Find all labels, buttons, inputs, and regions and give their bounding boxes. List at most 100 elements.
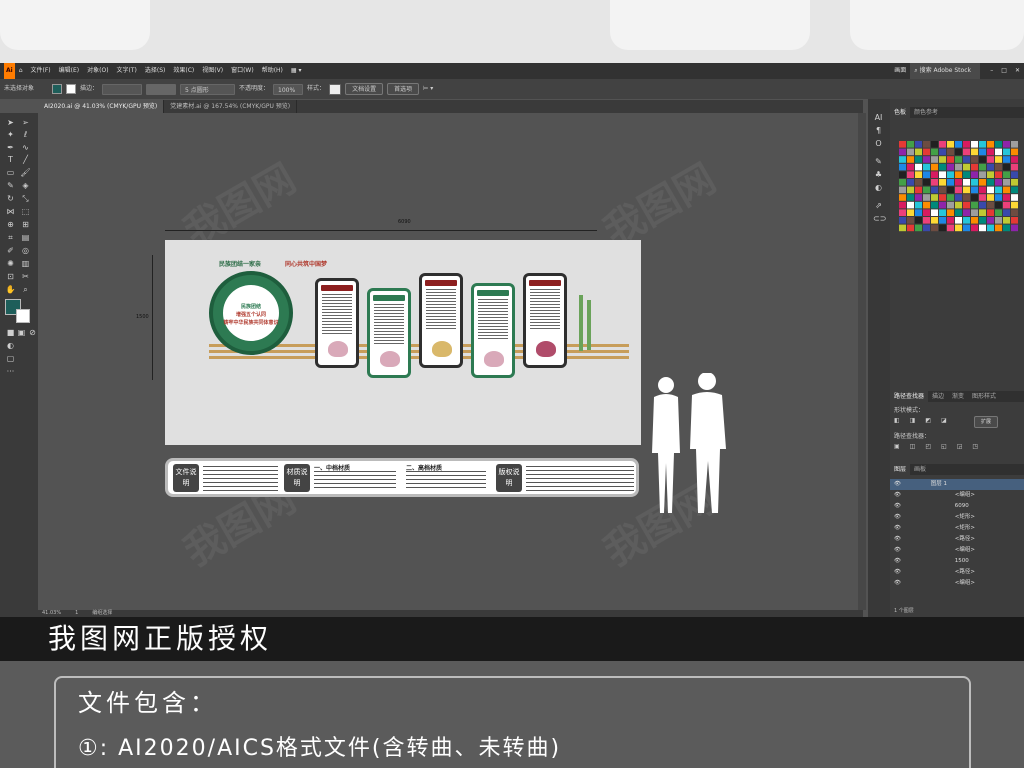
swatch[interactable] (923, 209, 930, 216)
swatch[interactable] (939, 209, 946, 216)
eye-icon[interactable]: 👁 (894, 503, 901, 509)
arrange-icon[interactable]: ▦ ▾ (287, 63, 306, 79)
swatch[interactable] (947, 194, 954, 201)
swatch[interactable] (907, 209, 914, 216)
swatch[interactable] (987, 201, 994, 209)
menu-edit[interactable]: 编辑(E) (55, 63, 83, 79)
paintbrush-icon[interactable]: 🖌 (20, 168, 31, 178)
swatch[interactable] (963, 194, 970, 201)
swatch[interactable] (931, 179, 938, 186)
menu-view[interactable]: 视图(V) (198, 63, 227, 79)
swatch[interactable] (907, 224, 914, 232)
swatch[interactable] (939, 224, 946, 232)
swatch[interactable] (987, 171, 994, 178)
swatch[interactable] (971, 186, 978, 194)
swatch[interactable] (939, 141, 946, 148)
swatch[interactable] (963, 141, 970, 148)
swatch[interactable] (1003, 186, 1010, 194)
layer-row[interactable]: 👁 <编组> (890, 490, 1024, 501)
eye-icon[interactable]: 👁 (894, 547, 901, 553)
workspace-switcher[interactable]: 画面 (890, 63, 910, 79)
swatch[interactable] (963, 186, 970, 194)
tab-graphic-styles[interactable]: 图形样式 (968, 391, 1000, 402)
swatch[interactable] (955, 163, 962, 171)
swatch[interactable] (899, 217, 906, 224)
swatch[interactable] (955, 171, 962, 178)
swatch[interactable] (907, 171, 914, 178)
swatch[interactable] (931, 148, 938, 156)
swatch[interactable] (923, 179, 930, 186)
artboard-tool-icon[interactable]: ⊡ (5, 272, 16, 282)
swatch[interactable] (939, 201, 946, 209)
blend-tool-icon[interactable]: ◎ (20, 246, 31, 256)
menu-effect[interactable]: 效果(C) (169, 63, 198, 79)
layer-row[interactable]: 👁 1500 (890, 556, 1024, 567)
swatch[interactable] (939, 163, 946, 171)
swatch[interactable] (995, 201, 1002, 209)
swatch[interactable] (923, 186, 930, 194)
close-icon[interactable]: ✕ (1011, 63, 1024, 79)
swatch[interactable] (971, 163, 978, 171)
minus-front-icon[interactable]: ◨ (910, 417, 916, 424)
brushes-icon[interactable]: ✎ (873, 157, 884, 167)
swatch[interactable] (955, 186, 962, 194)
swatch[interactable] (915, 163, 922, 171)
swatch[interactable] (947, 179, 954, 186)
swatch[interactable] (915, 201, 922, 209)
swatch[interactable] (947, 209, 954, 216)
scale-tool-icon[interactable]: ⤡ (20, 194, 31, 204)
graph-tool-icon[interactable]: ▥ (20, 259, 31, 269)
gradient-mode-icon[interactable]: ▣ (16, 328, 27, 338)
swatch[interactable] (971, 171, 978, 178)
menu-select[interactable]: 选择(S) (141, 63, 170, 79)
swatch[interactable] (955, 217, 962, 224)
swatch[interactable] (987, 224, 994, 232)
swatch[interactable] (931, 156, 938, 163)
layer-row[interactable]: 👁 <矩形> (890, 512, 1024, 523)
swatch[interactable] (995, 209, 1002, 216)
links-icon[interactable]: ⊂⊃ (873, 214, 886, 224)
swatch[interactable] (971, 224, 978, 232)
divide-icon[interactable]: ▣ (894, 443, 900, 450)
swatch[interactable] (939, 217, 946, 224)
menu-help[interactable]: 帮助(H) (258, 63, 287, 79)
line-tool-icon[interactable]: ╱ (20, 155, 31, 165)
swatch[interactable] (979, 156, 986, 163)
swatch[interactable] (979, 141, 986, 148)
swatch[interactable] (971, 217, 978, 224)
type-tool-icon[interactable]: T (5, 155, 16, 165)
tab-artboards[interactable]: 画板 (910, 464, 930, 475)
intersect-icon[interactable]: ◩ (925, 417, 931, 424)
swatch[interactable] (931, 217, 938, 224)
swatch[interactable] (1011, 171, 1018, 178)
swatch[interactable] (907, 201, 914, 209)
fill-swatch[interactable] (52, 84, 63, 94)
minimize-icon[interactable]: – (986, 63, 997, 79)
page-number[interactable]: 1 (75, 610, 78, 617)
swatch[interactable] (995, 224, 1002, 232)
tab-ai2020[interactable]: AI2020.ai @ 41.03% (CMYK/GPU 预览) (38, 100, 165, 113)
swatch[interactable] (931, 201, 938, 209)
eraser-icon[interactable]: ◈ (20, 181, 31, 191)
rotate-tool-icon[interactable]: ↻ (5, 194, 16, 204)
swatch[interactable] (931, 141, 938, 148)
shaper-tool-icon[interactable]: ✎ (5, 181, 16, 191)
swatch[interactable] (1011, 209, 1018, 216)
search-field[interactable]: ⌕ 搜索 Adobe Stock (910, 63, 981, 79)
swatch[interactable] (931, 171, 938, 178)
swatch[interactable] (899, 148, 906, 156)
variable-width-select[interactable] (146, 83, 177, 95)
swatch[interactable] (899, 186, 906, 194)
opacity-input[interactable]: 100% (273, 83, 304, 95)
vertical-scrollbar[interactable] (858, 113, 866, 610)
minus-back-icon[interactable]: ◳ (972, 443, 978, 450)
merge-icon[interactable]: ◰ (925, 443, 931, 450)
swatch[interactable] (947, 148, 954, 156)
graphic-styles-icon[interactable]: ◐ (873, 183, 884, 193)
swatch[interactable] (915, 179, 922, 186)
menu-file[interactable]: 文件(F) (27, 63, 55, 79)
pen-tool-icon[interactable]: ✒ (5, 143, 16, 153)
swatch[interactable] (899, 141, 906, 148)
swatch[interactable] (955, 224, 962, 232)
swatch[interactable] (915, 156, 922, 163)
